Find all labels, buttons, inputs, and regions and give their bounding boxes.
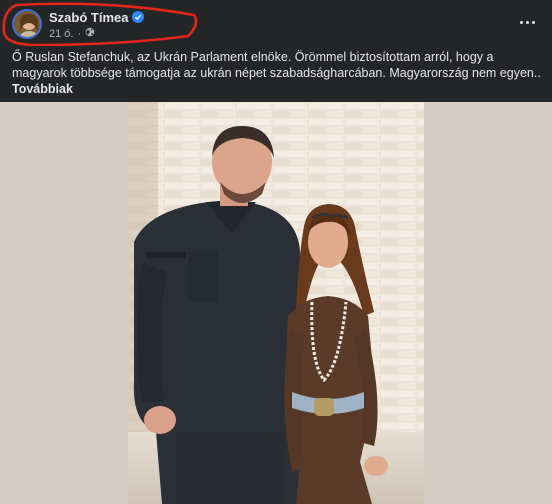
more-dot-icon: [531, 20, 535, 24]
post-text-line: Ő Ruslan Stefanchuk, az Ukrán Parlament …: [12, 50, 494, 64]
post-text: Ő Ruslan Stefanchuk, az Ukrán Parlament …: [12, 49, 542, 97]
more-dot-icon: [519, 20, 523, 24]
avatar[interactable]: [12, 9, 42, 39]
post-photo[interactable]: [128, 102, 424, 504]
author-line: Szabó Tímea: [49, 9, 145, 25]
more-dot-icon: [525, 20, 529, 24]
post-media[interactable]: [0, 102, 552, 504]
more-options-button[interactable]: [516, 14, 538, 30]
post-text-line: magyarok többsége támogatja az ukrán nép…: [12, 66, 542, 80]
facebook-post: Szabó Tímea 21 ó. · Ő Ruslan Stefanchuk,…: [0, 0, 552, 504]
post-meta: 21 ó. ·: [49, 27, 95, 40]
meta-separator: ·: [77, 27, 82, 40]
photo-image: [128, 102, 424, 504]
author-name[interactable]: Szabó Tímea: [49, 10, 128, 25]
verified-badge-icon: [132, 11, 145, 23]
avatar-image: [14, 11, 40, 37]
globe-icon: [85, 27, 95, 40]
see-more-link[interactable]: Továbbiak: [12, 81, 542, 97]
post-timestamp[interactable]: 21 ó.: [49, 28, 73, 40]
post-header: Szabó Tímea 21 ó. ·: [0, 0, 552, 46]
